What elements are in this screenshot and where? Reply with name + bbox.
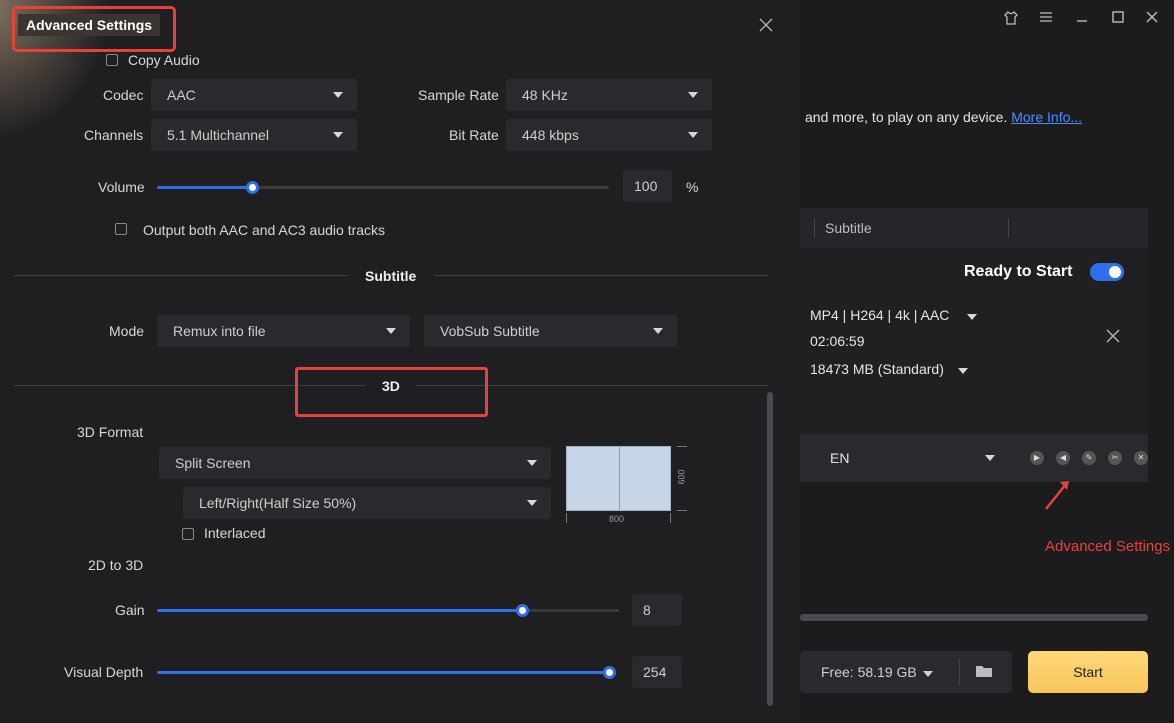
2d-to-3d-label: 2D to 3D [88,557,144,573]
volume-unit: % [686,179,699,195]
codec-label: Codec [103,87,144,103]
gain-slider[interactable] [157,604,619,617]
divider [959,659,960,685]
volume-slider-fill [157,186,252,189]
3d-format-label: 3D Format [77,424,144,440]
mode-label: Mode [109,323,145,339]
copy-audio-label: Copy Audio [128,52,200,68]
maximize-icon[interactable] [1109,10,1127,28]
subtitle-section-title: Subtitle [365,268,417,284]
chevron-down-icon [333,132,343,138]
volume-slider[interactable] [157,181,609,194]
visual-depth-slider-handle[interactable] [603,666,616,679]
window-close-icon[interactable] [1143,10,1161,28]
visual-depth-slider-fill [157,671,609,674]
visual-depth-label: Visual Depth [64,664,144,680]
channels-label: Channels [84,127,144,143]
interlaced-checkbox[interactable] [182,528,194,540]
duration: 02:06:59 [810,333,865,349]
3d-preview [566,446,671,511]
column-divider [1008,218,1009,238]
chevron-down-icon [688,92,698,98]
advanced-settings-dialog: Advanced Settings Copy Audio Codec AAC S… [0,0,800,723]
section-divider [14,275,348,276]
codec-select[interactable]: AAC [151,79,357,111]
subtitle-language[interactable]: EN [830,450,849,466]
remove-item-icon[interactable] [1106,329,1120,348]
ready-toggle[interactable] [1090,263,1124,281]
gain-label: Gain [115,602,145,618]
dual-track-checkbox[interactable] [115,223,127,235]
visual-depth-slider[interactable] [157,666,616,679]
subtitle-mode-select[interactable]: Remux into file [157,315,410,347]
status-label: Ready to Start [964,263,1073,280]
cut-icon[interactable]: ✂ [1108,451,1122,465]
more-info-link[interactable]: More Info... [1011,109,1082,125]
sample-rate-label: Sample Rate [418,87,499,103]
preview-width: 800 [609,514,625,524]
delete-icon[interactable]: ✕ [1134,451,1148,465]
output-format[interactable]: MP4 | H264 | 4k | AAC [810,307,978,323]
menu-icon[interactable] [1037,10,1055,28]
copy-audio-checkbox[interactable] [106,54,118,66]
volume-label: Volume [98,179,145,195]
annotation-label: Advanced Settings [1045,538,1171,555]
bit-rate-label: Bit Rate [449,127,499,143]
channels-select[interactable]: 5.1 Multichannel [151,119,357,151]
chevron-down-icon [527,500,537,506]
visual-depth-input[interactable]: 254 [632,656,682,688]
minimize-icon[interactable] [1073,10,1091,28]
dual-track-label: Output both AAC and AC3 audio tracks [143,222,386,238]
gain-slider-fill [157,609,522,612]
dialog-scrollbar[interactable] [767,392,773,706]
chevron-down-icon[interactable] [985,455,995,461]
subtitle-type-select[interactable]: VobSub Subtitle [424,315,677,347]
section-divider [434,275,768,276]
column-divider [814,218,815,238]
bit-rate-select[interactable]: 448 kbps [506,119,712,151]
chevron-down-icon [527,460,537,466]
volume-slider-handle[interactable] [245,181,259,194]
gain-input[interactable]: 8 [632,594,682,626]
3d-layout-select[interactable]: Left/Right(Half Size 50%) [183,487,551,519]
3d-highlight [295,367,488,417]
3d-format-select[interactable]: Split Screen [159,447,551,479]
chevron-down-icon [653,328,663,334]
play-icon[interactable]: ▶ [1030,451,1044,465]
folder-icon[interactable] [975,663,993,684]
chevron-down-icon [967,314,978,320]
volume-input[interactable]: 100 [623,170,672,202]
advanced-settings-icon[interactable]: ◀ [1056,451,1070,465]
free-space[interactable]: Free: 58.19 GB [821,664,933,680]
arrow-annotation-icon [1042,478,1072,517]
shirt-icon[interactable] [1002,10,1020,28]
chevron-down-icon [922,671,933,677]
edit-icon[interactable]: ✎ [1082,451,1096,465]
chevron-down-icon [386,328,396,334]
dialog-close-icon[interactable] [757,17,775,35]
start-button[interactable]: Start [1028,651,1148,693]
interlaced-label: Interlaced [204,525,266,541]
gain-slider-handle[interactable] [515,604,529,617]
output-size[interactable]: 18473 MB (Standard) [810,361,968,377]
title-highlight [12,6,176,52]
progress-bar [800,614,1148,621]
preview-height: 600 [676,469,687,485]
subtitle-column-header: Subtitle [825,220,872,236]
chevron-down-icon [688,132,698,138]
chevron-down-icon [333,92,343,98]
sample-rate-select[interactable]: 48 KHz [506,79,712,111]
description-text: and more, to play on any device. More In… [805,109,1083,125]
chevron-down-icon [957,368,968,374]
